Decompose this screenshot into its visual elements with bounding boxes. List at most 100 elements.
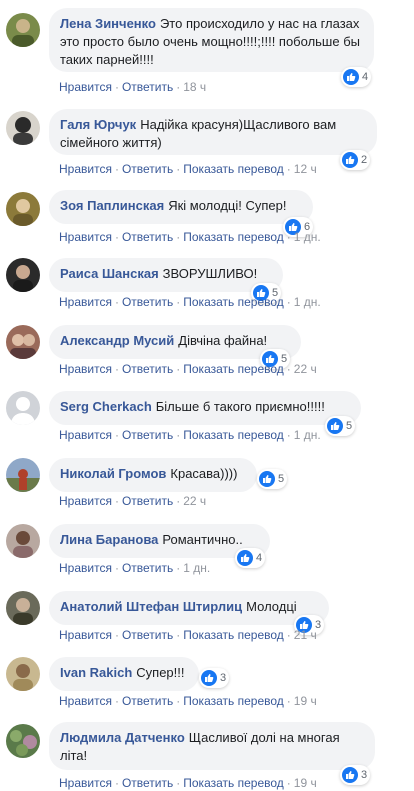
reply-link[interactable]: Ответить <box>122 628 173 642</box>
avatar[interactable] <box>6 657 40 691</box>
reply-link[interactable]: Ответить <box>122 162 173 176</box>
comment-actions: Нравится · Ответить · Показать перевод · 1 дн. <box>59 295 321 309</box>
comment-text: Які молодці! Супер! <box>168 198 287 213</box>
reaction-number: 3 <box>361 769 368 781</box>
comment-author[interactable]: Ivan Rakich <box>60 665 132 680</box>
comment-actions: Нравится · Ответить · 18 ч <box>59 80 207 94</box>
reaction-count[interactable]: 3 <box>199 668 230 688</box>
comment-author[interactable]: Serg Cherkach <box>60 399 152 414</box>
avatar[interactable] <box>6 13 40 47</box>
reply-link[interactable]: Ответить <box>122 80 173 94</box>
like-link[interactable]: Нравится <box>59 561 112 575</box>
translate-link[interactable]: Показать перевод <box>183 230 284 244</box>
like-link[interactable]: Нравится <box>59 230 112 244</box>
reply-link[interactable]: Ответить <box>122 362 173 376</box>
avatar[interactable] <box>6 111 40 145</box>
comment-time[interactable]: 22 ч <box>183 494 206 508</box>
comment-bubble: Николай Громов Красава)))) <box>49 458 257 492</box>
comment-actions: Нравится · Ответить · Показать перевод · 1 дн. <box>59 230 321 244</box>
like-link[interactable]: Нравится <box>59 162 112 176</box>
comment-actions: Нравится · Ответить · Показать перевод · 22 ч <box>59 362 317 376</box>
comment-time[interactable]: 1 дн. <box>183 561 210 575</box>
comment-time[interactable]: 12 ч <box>294 162 317 176</box>
thumbs-up-icon <box>342 152 358 168</box>
translate-link[interactable]: Показать перевод <box>183 428 284 442</box>
like-link[interactable]: Нравится <box>59 694 112 708</box>
translate-link[interactable]: Показать перевод <box>183 694 284 708</box>
comment-time[interactable]: 1 дн. <box>294 428 321 442</box>
comment-author[interactable]: Анатолий Штефан Штирлиц <box>60 599 242 614</box>
reply-link[interactable]: Ответить <box>122 776 173 790</box>
reaction-count[interactable]: 5 <box>257 469 288 489</box>
avatar[interactable] <box>6 591 40 625</box>
reaction-count[interactable]: 4 <box>235 548 266 568</box>
translate-link[interactable]: Показать перевод <box>183 162 284 176</box>
comment-time[interactable]: 19 ч <box>294 776 317 790</box>
reply-link[interactable]: Ответить <box>122 494 173 508</box>
comment-bubble: Ivan Rakich Супер!!! <box>49 657 199 691</box>
like-link[interactable]: Нравится <box>59 80 112 94</box>
comment-time[interactable]: 22 ч <box>294 362 317 376</box>
avatar[interactable] <box>6 458 40 492</box>
like-link[interactable]: Нравится <box>59 776 112 790</box>
reply-link[interactable]: Ответить <box>122 694 173 708</box>
comment-time[interactable]: 1 дн. <box>294 230 321 244</box>
comment-text: ЗВОРУШЛИВО! <box>162 266 258 281</box>
comment-author[interactable]: Николай Громов <box>60 466 166 481</box>
reaction-number: 5 <box>346 420 353 432</box>
like-link[interactable]: Нравится <box>59 494 112 508</box>
avatar[interactable] <box>6 258 40 292</box>
like-link[interactable]: Нравится <box>59 295 112 309</box>
comment-actions: Нравится · Ответить · Показать перевод · 12 ч <box>59 162 317 176</box>
like-link[interactable]: Нравится <box>59 362 112 376</box>
comment-text: Більше б такого приємно!!!!! <box>155 399 325 414</box>
avatar[interactable] <box>6 724 40 758</box>
comment-bubble: Раиса Шанская ЗВОРУШЛИВО! <box>49 258 283 292</box>
comment-author[interactable]: Людмила Датченко <box>60 730 185 745</box>
comment-bubble: Лена Зинченко Это происходило у нас на гл… <box>49 8 374 72</box>
comment-author[interactable]: Александр Мусий <box>60 333 174 348</box>
reply-link[interactable]: Ответить <box>122 428 173 442</box>
reaction-number: 3 <box>220 672 227 684</box>
like-link[interactable]: Нравится <box>59 628 112 642</box>
reaction-number: 2 <box>361 154 368 166</box>
comment-time[interactable]: 18 ч <box>183 80 206 94</box>
comment-actions: Нравится · Ответить · Показать перевод · 1 дн. <box>59 428 321 442</box>
reply-link[interactable]: Ответить <box>122 295 173 309</box>
translate-link[interactable]: Показать перевод <box>183 362 284 376</box>
reply-link[interactable]: Ответить <box>122 230 173 244</box>
comment-text: Дівчіна файна! <box>178 333 268 348</box>
reply-link[interactable]: Ответить <box>122 561 173 575</box>
reaction-count[interactable]: 5 <box>325 416 356 436</box>
comment-time[interactable]: 21 ч <box>294 628 317 642</box>
comment-time[interactable]: 1 дн. <box>294 295 321 309</box>
comment-bubble: Анатолий Штефан Штирлиц Молодці <box>49 591 329 625</box>
avatar[interactable] <box>6 192 40 226</box>
thumbs-up-icon <box>259 471 275 487</box>
comment-author[interactable]: Лена Зинченко <box>60 16 156 31</box>
reaction-count[interactable]: 2 <box>340 150 371 170</box>
thumbs-up-icon <box>327 418 343 434</box>
comment-author[interactable]: Зоя Паплинская <box>60 198 164 213</box>
reaction-number: 5 <box>278 473 285 485</box>
comment-text: Красава)))) <box>170 466 238 481</box>
comment-author[interactable]: Галя Юрчук <box>60 117 136 132</box>
comment-text: Супер!!! <box>136 665 185 680</box>
reaction-count[interactable]: 4 <box>341 67 372 87</box>
thumbs-up-icon <box>342 767 358 783</box>
translate-link[interactable]: Показать перевод <box>183 295 284 309</box>
like-link[interactable]: Нравится <box>59 428 112 442</box>
comment-author[interactable]: Раиса Шанская <box>60 266 159 281</box>
thumbs-up-icon <box>237 550 253 566</box>
translate-link[interactable]: Показать перевод <box>183 776 284 790</box>
comment-text: Молодці <box>246 599 297 614</box>
translate-link[interactable]: Показать перевод <box>183 628 284 642</box>
avatar[interactable] <box>6 325 40 359</box>
comment-bubble: Людмила Датченко Щасливої долі на многая … <box>49 722 375 770</box>
comment-author[interactable]: Лина Баранова <box>60 532 158 547</box>
comment-time[interactable]: 19 ч <box>294 694 317 708</box>
avatar[interactable] <box>6 524 40 558</box>
comment-bubble: Галя Юрчук Надійка красуня)Щасливого вам … <box>49 109 377 155</box>
reaction-count[interactable]: 3 <box>340 765 371 785</box>
avatar[interactable] <box>6 391 40 425</box>
